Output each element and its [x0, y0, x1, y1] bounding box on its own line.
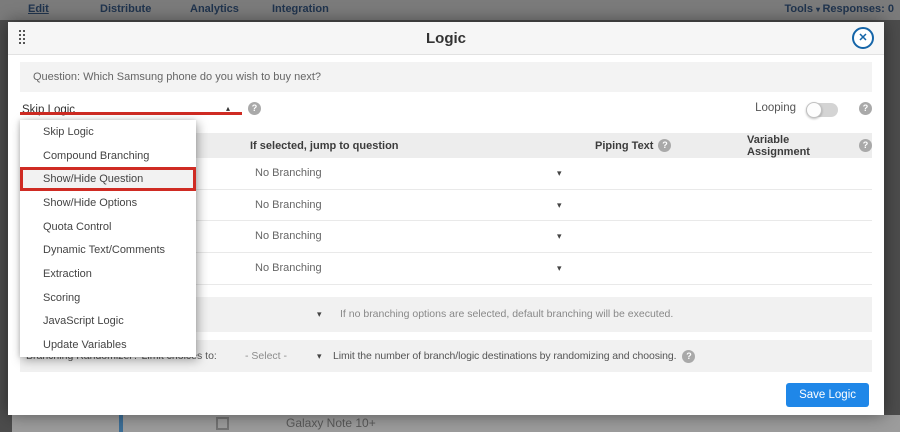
randomizer-note: Limit the number of branch/logic destina…	[333, 340, 695, 372]
menu-item-javascript-logic[interactable]: JavaScript Logic	[20, 310, 196, 334]
chevron-down-icon[interactable]: ▾	[557, 221, 562, 252]
randomizer-select[interactable]: - Select -	[245, 340, 287, 372]
menu-item-dynamic-text-comments[interactable]: Dynamic Text/Comments	[20, 238, 196, 262]
chevron-down-icon[interactable]: ▾	[557, 158, 562, 189]
nav-tab-edit[interactable]: Edit	[28, 3, 49, 15]
top-navbar: Edit Distribute Analytics Integration To…	[0, 0, 900, 20]
help-icon[interactable]: ?	[682, 350, 695, 363]
menu-item-quota-control[interactable]: Quota Control	[20, 215, 196, 239]
nav-responses-count[interactable]: Responses: 0	[822, 3, 894, 15]
annotation-red-underline	[20, 112, 242, 115]
menu-item-scoring[interactable]: Scoring	[20, 286, 196, 310]
menu-item-compound-branching[interactable]: Compound Branching	[20, 144, 196, 168]
modal-title: Logic	[8, 22, 884, 55]
column-variable-label: Variable Assignment	[747, 134, 854, 158]
nav-tools-label: Tools	[784, 3, 813, 15]
menu-item-skip-logic[interactable]: Skip Logic	[20, 120, 196, 144]
answer-option-label: Galaxy Note 10+	[286, 416, 376, 430]
save-logic-button[interactable]: Save Logic	[786, 383, 869, 407]
column-piping-text: Piping Text ?	[595, 133, 671, 158]
toggle-knob	[806, 102, 822, 118]
randomizer-note-text: Limit the number of branch/logic destina…	[333, 350, 676, 362]
nav-tools-menu[interactable]: Tools▾	[784, 3, 820, 15]
help-icon[interactable]: ?	[859, 102, 872, 115]
menu-item-update-variables[interactable]: Update Variables	[20, 333, 196, 357]
help-icon[interactable]: ?	[859, 139, 872, 152]
branching-select[interactable]: No Branching	[255, 253, 322, 284]
nav-tab-analytics[interactable]: Analytics	[190, 3, 239, 15]
looping-toggle[interactable]	[806, 103, 838, 117]
chevron-down-icon: ▾	[816, 5, 820, 14]
nav-tab-integration[interactable]: Integration	[272, 3, 329, 15]
column-variable-assignment: Variable Assignment ?	[747, 133, 872, 158]
close-icon[interactable]: ✕	[852, 27, 874, 49]
menu-item-extraction[interactable]: Extraction	[20, 262, 196, 286]
menu-item-show-hide-options[interactable]: Show/Hide Options	[20, 191, 196, 215]
column-jump-label: If selected, jump to question	[250, 140, 399, 152]
logic-type-dropdown-menu: Skip Logic Compound Branching Show/Hide …	[20, 120, 196, 357]
column-piping-label: Piping Text	[595, 140, 653, 152]
help-icon[interactable]: ?	[658, 139, 671, 152]
modal-header: Logic ✕	[8, 22, 884, 55]
dimmed-page-background: Galaxy Note 10+	[12, 415, 900, 432]
chevron-down-icon[interactable]: ▾	[557, 253, 562, 284]
answer-option-checkbox[interactable]	[216, 417, 229, 430]
chevron-down-icon[interactable]: ▾	[317, 297, 322, 332]
question-band: Question: Which Samsung phone do you wis…	[20, 62, 872, 92]
menu-item-show-hide-question[interactable]: Show/Hide Question	[20, 167, 196, 191]
drag-handle-icon[interactable]	[19, 30, 28, 46]
branching-select[interactable]: No Branching	[255, 158, 322, 189]
question-accent-bar	[119, 415, 123, 432]
chevron-down-icon[interactable]: ▾	[557, 190, 562, 221]
help-icon[interactable]: ?	[248, 102, 261, 115]
chevron-down-icon[interactable]: ▾	[317, 340, 322, 372]
branching-select[interactable]: No Branching	[255, 190, 322, 221]
logic-type-select[interactable]: Skip Logic ▴	[22, 100, 234, 118]
branching-select[interactable]: No Branching	[255, 221, 322, 252]
question-text: Question: Which Samsung phone do you wis…	[20, 62, 872, 92]
default-branching-note: If no branching options are selected, de…	[340, 297, 673, 332]
looping-label: Looping	[755, 102, 796, 114]
nav-tab-distribute[interactable]: Distribute	[100, 3, 151, 15]
column-jump-to-question: If selected, jump to question	[250, 133, 399, 158]
